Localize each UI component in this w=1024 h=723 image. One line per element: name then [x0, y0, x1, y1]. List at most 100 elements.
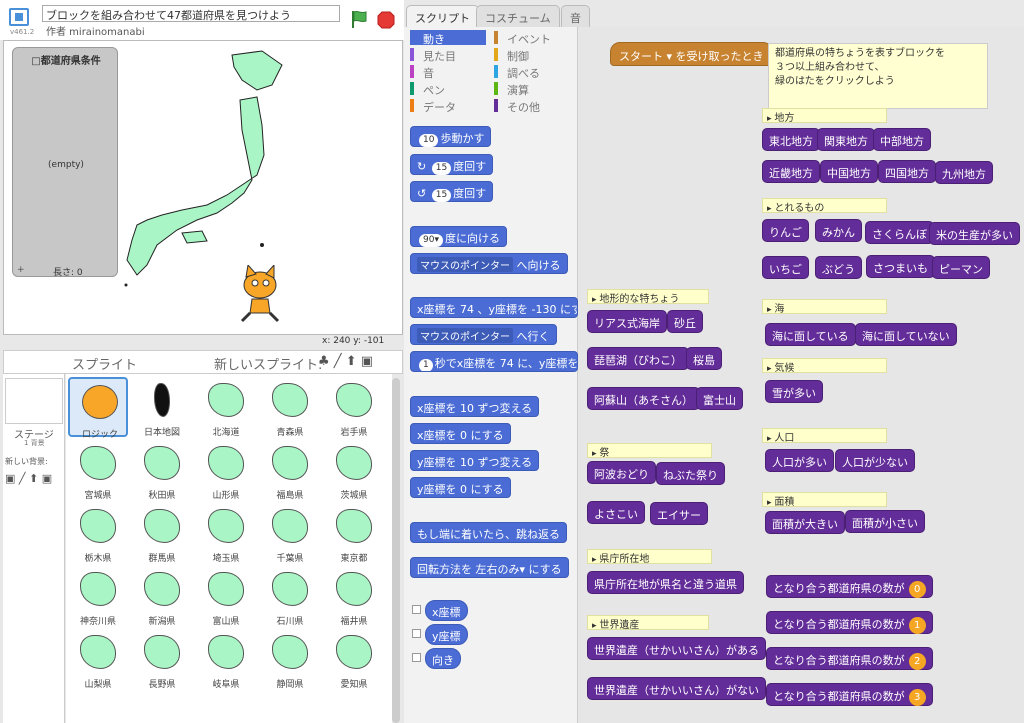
- sprite-tile[interactable]: 宮城県: [68, 440, 128, 501]
- list-monitor[interactable]: □都道府県条件 (empty) + 長さ: 0: [12, 47, 118, 278]
- neighbor-count-value[interactable]: 0: [908, 581, 926, 598]
- condition-block[interactable]: みかん: [815, 219, 862, 242]
- rotation-style-block[interactable]: 回転方法を 左右のみ▾ にする: [410, 557, 569, 578]
- sprite-tile[interactable]: 群馬県: [132, 503, 192, 564]
- condition-block[interactable]: 雪が多い: [765, 380, 823, 403]
- stage-thumbnail[interactable]: [5, 378, 63, 424]
- category-3[interactable]: 制御: [494, 47, 570, 63]
- condition-block[interactable]: よさこい: [587, 501, 645, 524]
- y-position-checkbox[interactable]: [412, 629, 421, 638]
- y-position-reporter[interactable]: y座標: [425, 624, 468, 645]
- category-6[interactable]: ペン: [410, 81, 486, 97]
- fullscreen-icon[interactable]: [9, 8, 29, 26]
- condition-block[interactable]: 四国地方: [878, 160, 936, 183]
- condition-block[interactable]: さつまいも: [866, 255, 935, 278]
- turn-right-block[interactable]: ↻ 15 度回す: [410, 154, 494, 175]
- point-direction-block[interactable]: 90▾ 度に向ける: [410, 226, 507, 247]
- condition-block[interactable]: ねぶた祭り: [656, 462, 725, 485]
- neighbor-count-value[interactable]: 2: [908, 653, 926, 670]
- sprite-tile[interactable]: 岐阜県: [196, 629, 256, 690]
- sprite-tile[interactable]: 青森県: [260, 377, 320, 438]
- list-add-button[interactable]: +: [17, 265, 25, 275]
- condition-block[interactable]: 海に面していない: [855, 323, 957, 346]
- condition-block[interactable]: 中国地方: [820, 160, 878, 183]
- condition-block[interactable]: 阿波おどり: [587, 461, 656, 484]
- category-5[interactable]: 調べる: [494, 64, 570, 80]
- tab-costumes[interactable]: コスチューム: [476, 5, 560, 28]
- set-x-block[interactable]: x座標を 0 にする: [410, 423, 511, 444]
- condition-block[interactable]: ぶどう: [815, 256, 862, 279]
- condition-block[interactable]: 九州地方: [935, 161, 993, 184]
- category-4[interactable]: 音: [410, 64, 486, 80]
- condition-block[interactable]: リアス式海岸: [587, 310, 667, 333]
- condition-block[interactable]: 県庁所在地が県名と違う道県: [587, 571, 744, 594]
- backdrop-tools-icons[interactable]: ▣ ╱ ⬆ ▣: [5, 472, 52, 485]
- condition-block[interactable]: 関東地方: [817, 128, 875, 151]
- neighbor-count-block[interactable]: となり合う都道府県の数が 1: [766, 611, 933, 634]
- neighbor-count-block[interactable]: となり合う都道府県の数が 2: [766, 647, 933, 670]
- condition-block[interactable]: 中部地方: [873, 128, 931, 151]
- condition-block[interactable]: ピーマン: [932, 256, 990, 279]
- condition-block[interactable]: 面積が大きい: [765, 511, 845, 534]
- change-x-block[interactable]: x座標を 10 ずつ変える: [410, 396, 540, 417]
- neighbor-count-value[interactable]: 3: [908, 689, 926, 706]
- tab-sounds[interactable]: 音: [561, 5, 590, 28]
- sprite-tile[interactable]: 石川県: [260, 566, 320, 627]
- condition-block[interactable]: 東北地方: [762, 128, 820, 151]
- condition-block[interactable]: エイサー: [650, 502, 708, 525]
- condition-block[interactable]: りんご: [762, 219, 809, 242]
- stage[interactable]: □都道府県条件 (empty) + 長さ: 0: [3, 40, 403, 335]
- point-towards-block[interactable]: マウスのポインター へ向ける: [410, 253, 568, 274]
- sprite-tile[interactable]: 日本地図: [132, 377, 192, 438]
- sprite-tile[interactable]: 茨城県: [324, 440, 384, 501]
- move-steps-block[interactable]: 10 歩動かす: [410, 126, 492, 147]
- neighbor-count-block[interactable]: となり合う都道府県の数が 3: [766, 683, 933, 706]
- condition-block[interactable]: 阿蘇山（あそさん）: [587, 387, 700, 410]
- condition-block[interactable]: 富士山: [696, 387, 743, 410]
- sprite-tile[interactable]: 新潟県: [132, 566, 192, 627]
- goto-block[interactable]: マウスのポインター へ行く: [410, 324, 557, 345]
- condition-block[interactable]: 近畿地方: [762, 160, 820, 183]
- condition-block[interactable]: いちご: [762, 256, 809, 279]
- sprite-tile[interactable]: 愛知県: [324, 629, 384, 690]
- turn-left-block[interactable]: ↺ 15 度回す: [410, 181, 494, 202]
- green-flag-icon[interactable]: [350, 9, 370, 29]
- sprite-tile[interactable]: 北海道: [196, 377, 256, 438]
- direction-reporter[interactable]: 向き: [425, 648, 461, 669]
- sprite-tools-icons[interactable]: ♣ ╱ ⬆ ▣: [318, 354, 373, 369]
- sprite-tile[interactable]: 富山県: [196, 566, 256, 627]
- script-comment[interactable]: 都道府県の特ちょうを表すブロックを ３つ以上組み合わせて、 緑のはたをクリックし…: [768, 43, 988, 109]
- when-receive-hat-block[interactable]: スタート ▾ を受け取ったとき: [610, 42, 773, 66]
- condition-block[interactable]: 桜島: [686, 347, 722, 370]
- sprite-tile[interactable]: ロジック: [68, 377, 128, 440]
- condition-block[interactable]: 人口が少ない: [835, 449, 915, 472]
- sprite-tile[interactable]: 山梨県: [68, 629, 128, 690]
- category-1[interactable]: イベント: [494, 30, 570, 46]
- sprite-tile[interactable]: 千葉県: [260, 503, 320, 564]
- set-y-block[interactable]: y座標を 0 にする: [410, 477, 511, 498]
- condition-block[interactable]: 海に面している: [765, 323, 856, 346]
- sprite-tile[interactable]: 山形県: [196, 440, 256, 501]
- condition-block[interactable]: 人口が多い: [765, 449, 834, 472]
- direction-checkbox[interactable]: [412, 653, 421, 662]
- condition-block[interactable]: 琵琶湖（びわこ）: [587, 347, 689, 370]
- sprite-tile[interactable]: 神奈川県: [68, 566, 128, 627]
- change-y-block[interactable]: y座標を 10 ずつ変える: [410, 450, 540, 471]
- condition-block[interactable]: さくらんぼ: [865, 221, 934, 244]
- condition-block[interactable]: 砂丘: [667, 310, 703, 333]
- neighbor-count-block[interactable]: となり合う都道府県の数が 0: [766, 575, 933, 598]
- category-0[interactable]: 動き: [410, 30, 486, 46]
- sprite-tile[interactable]: 福島県: [260, 440, 320, 501]
- stop-icon[interactable]: [377, 11, 395, 29]
- scratch-cat-sprite[interactable]: [230, 265, 290, 325]
- sprite-tile[interactable]: 東京都: [324, 503, 384, 564]
- category-8[interactable]: データ: [410, 98, 486, 114]
- category-7[interactable]: 演算: [494, 81, 570, 97]
- bounce-block[interactable]: もし端に着いたら、跳ね返る: [410, 522, 567, 543]
- sprite-scrollbar[interactable]: [392, 378, 400, 723]
- x-position-reporter[interactable]: x座標: [425, 600, 468, 621]
- category-9[interactable]: その他: [494, 98, 570, 114]
- sprite-tile[interactable]: 岩手県: [324, 377, 384, 438]
- glide-block[interactable]: 1 秒でx座標を 74 に、y座標を: [410, 351, 578, 372]
- condition-block[interactable]: 世界遺産（せかいいさん）がある: [587, 637, 766, 660]
